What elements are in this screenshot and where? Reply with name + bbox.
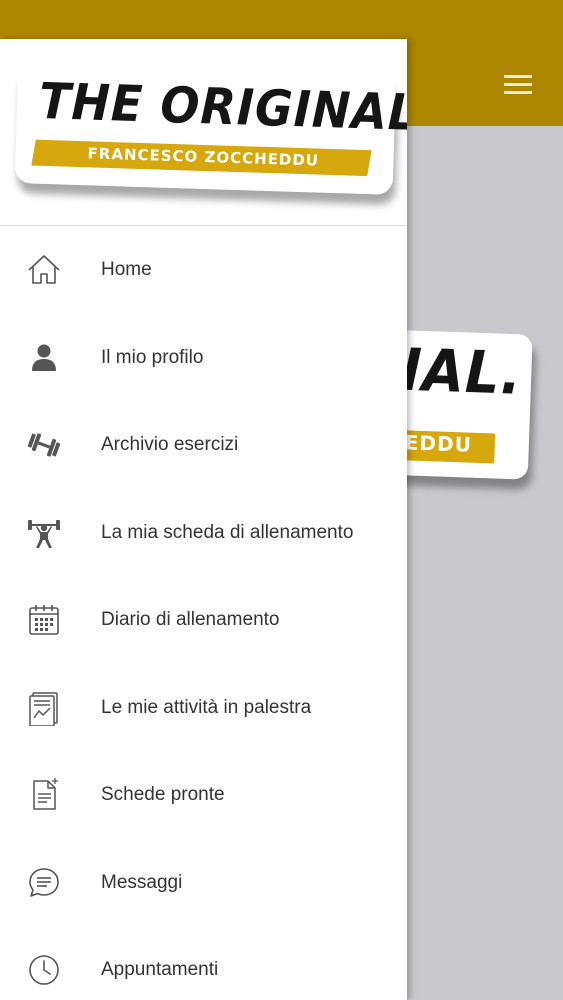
menu-item-ready-plans[interactable]: Schede pronte [0, 751, 407, 839]
home-icon [26, 252, 62, 288]
menu-item-label: La mia scheda di allenamento [101, 521, 354, 543]
drawer-header: THE ORIGINAL. FRANCESCO ZOCCHEDDU [0, 39, 407, 226]
menu-item-label: Le mie attività in palestra [101, 696, 312, 718]
background-logo-subtitle: EDDU [404, 430, 473, 457]
activity-report-icon [26, 690, 62, 726]
hamburger-icon[interactable] [500, 70, 538, 98]
user-icon [26, 340, 62, 376]
menu-item-gym-activities[interactable]: Le mie attività in palestra [0, 664, 407, 752]
menu-item-label: Diario di allenamento [101, 609, 280, 630]
dumbbell-icon [26, 427, 62, 463]
document-icon [26, 777, 62, 813]
menu-item-label: Home [101, 259, 152, 280]
background-logo-title: IAL. [400, 335, 524, 408]
weightlifter-icon [26, 515, 62, 551]
menu-item-label: Schede pronte [101, 784, 225, 805]
menu-item-label: Messaggi [101, 871, 183, 893]
menu-item-appointments[interactable]: Appuntamenti [0, 926, 407, 1000]
menu-item-label: Appuntamenti [101, 959, 219, 980]
status-bar [0, 0, 563, 40]
menu-item-exercise-archive[interactable]: Archivio esercizi [0, 401, 407, 489]
menu-item-label: Archivio esercizi [101, 434, 239, 455]
brand-logo: THE ORIGINAL. FRANCESCO ZOCCHEDDU [14, 65, 407, 219]
calendar-icon [26, 602, 62, 638]
menu-item-profile[interactable]: Il mio profilo [0, 314, 407, 402]
navigation-drawer: THE ORIGINAL. FRANCESCO ZOCCHEDDU Home I… [0, 39, 407, 1000]
menu-item-messages[interactable]: Messaggi [0, 839, 407, 927]
menu-item-home[interactable]: Home [0, 226, 407, 314]
message-icon [26, 865, 62, 901]
menu-item-training-diary[interactable]: Diario di allenamento [0, 576, 407, 664]
drawer-menu: Home Il mio profilo Archivio esercizi La… [0, 226, 407, 1000]
menu-item-training-plan[interactable]: La mia scheda di allenamento [0, 489, 407, 577]
menu-item-label: Il mio profilo [101, 346, 204, 368]
clock-icon [26, 952, 62, 988]
